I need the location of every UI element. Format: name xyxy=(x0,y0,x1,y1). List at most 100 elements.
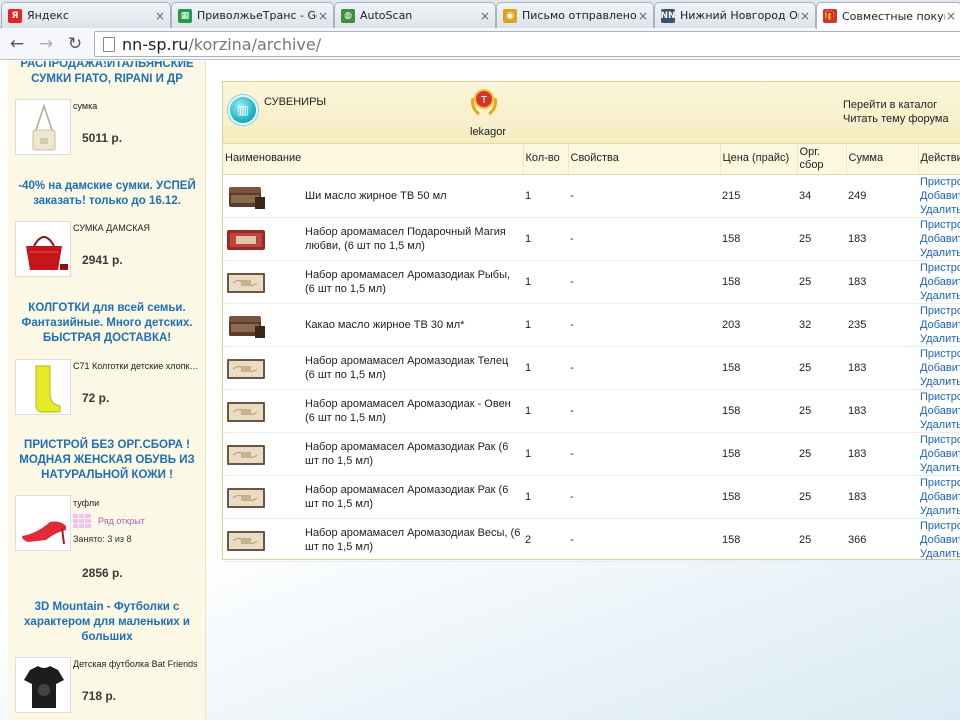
browser-tab[interactable]: ◉ Письмо отправлено - × xyxy=(496,2,654,28)
promo-title[interactable]: ПРИСТРОЙ БЕЗ ОРГ.СБОРА ! МОДНАЯ ЖЕНСКАЯ … xyxy=(12,438,202,483)
product-price: 158 xyxy=(720,217,798,261)
yandex-icon: Я xyxy=(8,8,22,23)
action-delete-link[interactable]: Удалить xyxy=(920,332,960,346)
action-add-link[interactable]: Добавить xyxy=(920,318,960,332)
action-delete-link[interactable]: Удалить xyxy=(920,203,960,217)
browser-tab[interactable]: NN Нижний Новгород Он × xyxy=(654,2,816,28)
product-price: 158 xyxy=(720,389,798,433)
promo-thumb-red-shoe[interactable] xyxy=(15,495,71,551)
product-thumb[interactable] xyxy=(223,389,303,433)
browser-tab[interactable]: 🎁 Совместные покупки× xyxy=(816,2,960,29)
action-reassign-link[interactable]: Пристроить xyxy=(920,218,960,232)
product-name[interactable]: Набор аромамасел Аромазодиак Телец (6 шт… xyxy=(303,346,524,390)
action-reassign-link[interactable]: Пристроить xyxy=(920,433,960,447)
product-thumb[interactable] xyxy=(223,217,303,261)
promo-product-name[interactable]: C71 Колготки детские хлопковые xyxy=(73,361,203,371)
promo-product-name[interactable]: Детская футболка Bat Friends xyxy=(73,659,203,669)
promo-product-name[interactable]: СУМКА ДАМСКАЯ xyxy=(73,223,203,233)
product-name[interactable]: Набор аромамасел Аромазодиак Рыбы, (6 шт… xyxy=(303,260,524,304)
cart-row: Набор аромамасел Подарочный Магия любви,… xyxy=(223,217,960,261)
action-delete-link[interactable]: Удалить xyxy=(920,375,960,389)
action-add-link[interactable]: Добавить xyxy=(920,533,960,547)
promo-product-name[interactable]: туфли xyxy=(73,498,203,508)
browser-tab[interactable]: ▦ ПриволжьеТранс - Goo × xyxy=(171,2,334,28)
product-name[interactable]: Набор аромамасел Аромазодиак - Овен (6 ш… xyxy=(303,389,524,433)
cart-row: Набор аромамасел Аромазодиак Рыбы, (6 шт… xyxy=(223,260,960,304)
action-reassign-link[interactable]: Пристроить xyxy=(920,261,960,275)
promo-thumb-red-handbag[interactable] xyxy=(15,221,71,277)
close-tab-icon[interactable]: × xyxy=(799,9,811,23)
column-header-org-fee: Орг. сбор xyxy=(797,144,847,175)
product-name[interactable]: Ши масло жирное ТВ 50 мл xyxy=(303,174,524,218)
close-tab-icon[interactable]: × xyxy=(154,9,166,23)
product-properties: - xyxy=(568,303,721,347)
action-reassign-link[interactable]: Пристроить xyxy=(920,304,960,318)
product-name[interactable]: Какао масло жирное ТВ 30 мл* xyxy=(303,303,524,347)
action-delete-link[interactable]: Удалить xyxy=(920,547,960,561)
go-to-catalog-link[interactable]: Перейти в каталог xyxy=(843,98,949,112)
user-rank-icon: T xyxy=(469,86,499,118)
product-org-fee: 25 xyxy=(797,346,847,390)
action-delete-link[interactable]: Удалить xyxy=(920,418,960,432)
action-add-link[interactable]: Добавить xyxy=(920,404,960,418)
close-tab-icon[interactable]: × xyxy=(637,9,649,23)
action-add-link[interactable]: Добавить xyxy=(920,361,960,375)
product-org-fee: 25 xyxy=(797,389,847,433)
product-thumb[interactable] xyxy=(223,174,303,218)
row-grid-icon xyxy=(73,514,91,528)
product-thumb[interactable] xyxy=(223,475,303,519)
product-qty: 1 xyxy=(523,389,569,433)
promo-thumb-shoulder-bag[interactable] xyxy=(15,99,71,155)
column-header-sum: Сумма xyxy=(846,144,919,175)
read-forum-topic-link[interactable]: Читать тему форума xyxy=(843,112,949,126)
product-thumb[interactable] xyxy=(223,346,303,390)
action-reassign-link[interactable]: Пристроить xyxy=(920,476,960,490)
product-name[interactable]: Набор аромамасел Аромазодиак Рак (6 шт п… xyxy=(303,475,524,519)
reload-icon[interactable]: ↻ xyxy=(64,33,86,55)
action-add-link[interactable]: Добавить xyxy=(920,490,960,504)
product-properties: - xyxy=(568,432,721,476)
promo-title[interactable]: КОЛГОТКИ для всей семьи. Фантазийные. Мн… xyxy=(12,301,202,346)
action-add-link[interactable]: Добавить xyxy=(920,447,960,461)
address-bar[interactable]: nn-sp.ru/korzina/archive/ xyxy=(94,31,960,57)
product-name[interactable]: Набор аромамасел Подарочный Магия любви,… xyxy=(303,217,524,261)
product-thumb[interactable] xyxy=(223,518,303,562)
action-reassign-link[interactable]: Пристроить xyxy=(920,390,960,404)
browser-tab[interactable]: Я Яндекс × xyxy=(1,2,171,28)
action-add-link[interactable]: Добавить xyxy=(920,189,960,203)
product-qty: 1 xyxy=(523,346,569,390)
promo-title[interactable]: 3D Mountain - Футболки с характером для … xyxy=(12,600,202,645)
close-tab-icon[interactable]: × xyxy=(317,9,329,23)
product-name[interactable]: Набор аромамасел Аромазодиак Весы, (6 шт… xyxy=(303,518,524,562)
browser-tab[interactable]: ◍ AutoScan × xyxy=(334,2,496,28)
action-delete-link[interactable]: Удалить xyxy=(920,246,960,260)
row-actions: ПристроитьДобавитьУдалить xyxy=(918,432,960,476)
action-delete-link[interactable]: Удалить xyxy=(920,289,960,303)
action-delete-link[interactable]: Удалить xyxy=(920,461,960,475)
action-reassign-link[interactable]: Пристроить xyxy=(920,175,960,189)
action-reassign-link[interactable]: Пристроить xyxy=(920,519,960,533)
spreadsheet-icon: ▦ xyxy=(178,8,192,23)
action-reassign-link[interactable]: Пристроить xyxy=(920,347,960,361)
action-delete-link[interactable]: Удалить xyxy=(920,504,960,518)
promo-title[interactable]: РАСПРОДАЖА!ИТАЛЬЯНСКИЕ СУМКИ FIATO, RIPA… xyxy=(12,61,202,87)
cart-row: Какао масло жирное ТВ 30 мл* 1-203 32 235 Пр… xyxy=(223,303,960,347)
organizer-name[interactable]: lekagor xyxy=(470,126,506,138)
product-name[interactable]: Набор аромамасел Аромазодиак Рак (6 шт п… xyxy=(303,432,524,476)
url-text[interactable]: nn-sp.ru/korzina/archive/ xyxy=(122,35,321,54)
product-price: 203 xyxy=(720,303,798,347)
close-tab-icon[interactable]: × xyxy=(479,9,491,23)
product-thumb[interactable] xyxy=(223,432,303,476)
action-add-link[interactable]: Добавить xyxy=(920,275,960,289)
back-arrow-icon[interactable]: ← xyxy=(6,33,28,55)
action-add-link[interactable]: Добавить xyxy=(920,232,960,246)
product-properties: - xyxy=(568,518,721,562)
promo-title[interactable]: -40% на дамские сумки. УСПЕЙ заказать! т… xyxy=(12,179,202,209)
promo-product-name[interactable]: сумка xyxy=(73,101,203,111)
product-thumb[interactable] xyxy=(223,303,303,347)
promo-thumb-yellow-tights[interactable] xyxy=(15,359,71,415)
promo-thumb-black-tshirt[interactable] xyxy=(15,657,71,713)
forward-arrow-icon[interactable]: → xyxy=(35,33,57,55)
product-thumb[interactable] xyxy=(223,260,303,304)
close-tab-icon[interactable]: × xyxy=(945,9,957,23)
